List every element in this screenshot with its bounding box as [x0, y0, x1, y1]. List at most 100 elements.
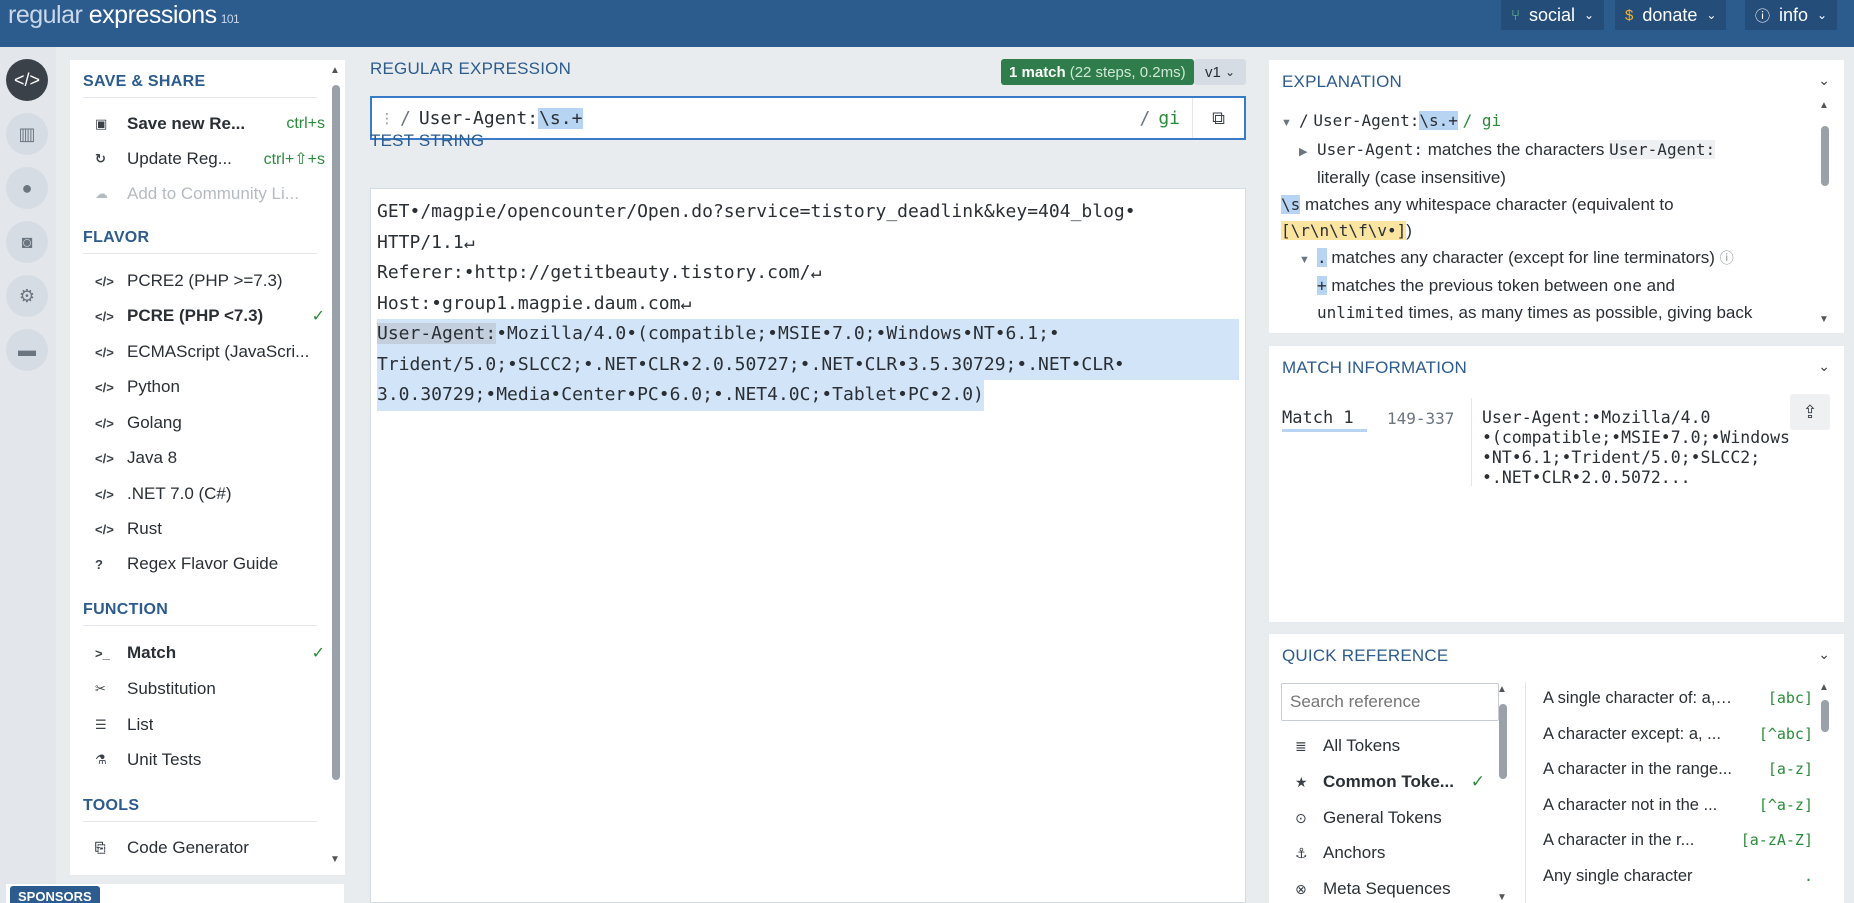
chevron-down-icon[interactable]: ⌄: [1818, 646, 1830, 663]
social-menu-button[interactable]: ⑂ social ⌄: [1501, 0, 1605, 30]
explanation-literal-row: ▶ User-Agent: matches the characters User…: [1281, 137, 1811, 166]
gear-icon[interactable]: ⚙: [6, 275, 48, 317]
scrollbar-thumb[interactable]: [1821, 700, 1829, 732]
scrollbar-thumb[interactable]: [1821, 126, 1829, 186]
function-match[interactable]: >_ Match ✓: [95, 638, 325, 668]
reference-row[interactable]: A character in the range... [a-z]: [1543, 760, 1813, 779]
match-information-heading: MATCH INFORMATION: [1282, 358, 1468, 377]
explanation-heading: EXPLANATION: [1282, 72, 1402, 91]
code-icon: </>: [95, 521, 114, 537]
triangle-right-icon[interactable]: ▶: [1299, 139, 1309, 166]
code-icon: </>: [95, 308, 114, 324]
checkmark-icon: ✓: [311, 308, 325, 325]
match-highlight-line: User-Agent:•Mozilla/4.0•(compatible;•MSI…: [377, 319, 1239, 350]
copy-icon[interactable]: ⧉: [1192, 98, 1244, 138]
terminal-icon: >_: [95, 645, 110, 661]
explanation-scrollbar[interactable]: ▲ ▼: [1819, 100, 1830, 325]
function-unit-tests[interactable]: ⚗ Unit Tests: [95, 745, 325, 775]
reference-row[interactable]: A single character of: a, ... [abc]: [1543, 689, 1813, 708]
reference-search-input[interactable]: [1281, 683, 1499, 721]
code-icon: </>: [95, 415, 114, 431]
tools-heading: TOOLS: [83, 797, 317, 822]
refresh-icon: ↻: [95, 151, 106, 166]
donate-menu-button[interactable]: $ donate ⌄: [1615, 0, 1727, 30]
chevron-down-icon: ⌄: [1224, 65, 1236, 79]
explanation-class-row: [\r\n\t\f\v•]): [1281, 221, 1412, 240]
match-name[interactable]: Match 1: [1282, 408, 1367, 432]
export-share-icon[interactable]: ⇪: [1790, 394, 1830, 430]
flavor-rust[interactable]: </> Rust: [95, 514, 325, 544]
question-circle-icon: ?: [95, 556, 103, 572]
function-substitution[interactable]: ✂ Substitution: [95, 674, 325, 704]
scroll-up-arrow-icon[interactable]: ▲: [1819, 682, 1829, 693]
flavor-pcre2[interactable]: </> PCRE2 (PHP >=7.3): [95, 266, 325, 296]
reference-row[interactable]: A character in the r... [a-zA-Z]: [1543, 831, 1813, 850]
flavor-ecmascript[interactable]: </> ECMAScript (JavaScri...: [95, 337, 325, 367]
chat-icon[interactable]: ▬: [6, 329, 48, 371]
scrollbar-thumb[interactable]: [332, 85, 340, 780]
library-icon[interactable]: ▥: [6, 113, 48, 155]
regex-flags[interactable]: / gi: [1139, 108, 1180, 129]
category-common-tokens[interactable]: ★ Common Toke... ✓: [1295, 772, 1485, 792]
scroll-up-arrow-icon[interactable]: ▲: [330, 65, 340, 76]
match-value: User-Agent:•Mozilla/4.0 •(compatible;•MS…: [1482, 408, 1790, 487]
function-list[interactable]: ☰ List: [95, 710, 325, 740]
categories-scrollbar[interactable]: ▲ ▼: [1497, 684, 1508, 903]
left-panel: SAVE & SHARE ▣ Save new Re... ctrl+s ↻ U…: [70, 60, 345, 875]
triangle-down-icon[interactable]: ▼: [1281, 110, 1292, 137]
category-anchors[interactable]: ⚓ Anchors: [1295, 843, 1485, 863]
update-regex-button[interactable]: ↻ Update Reg... ctrl+⇧+s: [95, 144, 325, 174]
add-to-community-button[interactable]: ☁ Add to Community Li...: [95, 179, 325, 209]
chevron-down-icon[interactable]: ⌄: [1818, 72, 1830, 89]
save-new-regex-button[interactable]: ▣ Save new Re... ctrl+s: [95, 109, 325, 139]
scroll-down-arrow-icon[interactable]: ▼: [1497, 892, 1507, 903]
reference-list-scrollbar[interactable]: ▲: [1819, 682, 1830, 903]
floppy-disk-icon: ▣: [95, 116, 108, 131]
category-general-tokens[interactable]: ⊙ General Tokens: [1295, 808, 1485, 828]
scrollbar-thumb[interactable]: [1499, 704, 1507, 779]
flavor-python[interactable]: </> Python: [95, 372, 325, 402]
test-string-line: GET•/magpie/opencounter/Open.do?service=…: [377, 201, 1136, 222]
code-icon: </>: [95, 273, 114, 289]
info-menu-button[interactable]: ⓘ info ⌄: [1745, 0, 1838, 30]
flavor-guide-link[interactable]: ? Regex Flavor Guide: [95, 549, 325, 579]
test-string-line: Host:•group1.magpie.daum.com↵: [377, 292, 692, 314]
match-information-panel: MATCH INFORMATION ⌄ Match 1 149-337 User…: [1269, 346, 1844, 622]
left-panel-scrollbar[interactable]: ▲ ▼: [330, 65, 341, 865]
flavor-dotnet[interactable]: </> .NET 7.0 (C#): [95, 479, 325, 509]
flavor-java[interactable]: </> Java 8: [95, 443, 325, 473]
flavor-golang[interactable]: </> Golang: [95, 408, 325, 438]
explanation-whitespace-row: \s matches any whitespace character (equ…: [1281, 194, 1674, 214]
scroll-down-arrow-icon[interactable]: ▼: [330, 854, 340, 865]
triangle-down-icon[interactable]: ▼: [1299, 247, 1310, 274]
question-circle-icon[interactable]: ⓘ: [1720, 250, 1734, 266]
chevron-down-icon[interactable]: ⌄: [1818, 358, 1830, 375]
reference-row[interactable]: A character except: a, ... [^abc]: [1543, 725, 1813, 744]
scroll-down-arrow-icon[interactable]: ▼: [1819, 314, 1829, 325]
version-dropdown[interactable]: v1 ⌄: [1194, 59, 1246, 85]
flavor-pcre[interactable]: </> PCRE (PHP <7.3) ✓: [95, 301, 325, 331]
logo[interactable]: regular expressions 101: [8, 1, 240, 30]
reference-row[interactable]: A character not in the ... [^a-z]: [1543, 796, 1813, 815]
reference-row[interactable]: Any single character.: [1543, 867, 1813, 886]
code-icon: </>: [95, 379, 114, 395]
test-string-editor[interactable]: GET•/magpie/opencounter/Open.do?service=…: [370, 188, 1246, 903]
drag-handle-icon[interactable]: ⋮: [380, 110, 394, 127]
quick-reference-heading: QUICK REFERENCE: [1282, 646, 1449, 665]
category-meta-sequences[interactable]: ⊗ Meta Sequences: [1295, 879, 1485, 899]
gamepad-icon[interactable]: ◙: [6, 221, 48, 263]
regex-input[interactable]: ⋮ / User-Agent: \s.+ / gi ⧉: [370, 96, 1246, 140]
code-generator-button[interactable]: ⎘ Code Generator: [95, 833, 325, 863]
match-highlight-line: 3.0.30729;•Media•Center•PC•6.0;•.NET4.0C…: [377, 380, 984, 411]
match-highlight-line: Trident/5.0;•SLCC2;•.NET•CLR•2.0.50727;•…: [377, 349, 1239, 380]
x-circle-icon: ⊗: [1295, 880, 1307, 897]
editor-code-icon[interactable]: </>: [6, 59, 48, 101]
explanation-root[interactable]: ▼ / User-Agent:\s.+ / gi: [1281, 108, 1811, 137]
top-bar: regular expressions 101 ⑂ social ⌄ $ dona…: [0, 0, 1854, 47]
scroll-up-arrow-icon[interactable]: ▲: [1497, 684, 1507, 695]
list-icon: ☰: [95, 717, 107, 732]
user-icon[interactable]: ●: [6, 167, 48, 209]
scroll-up-arrow-icon[interactable]: ▲: [1819, 100, 1829, 111]
star-icon: ★: [1295, 773, 1308, 790]
category-all-tokens[interactable]: ≣ All Tokens: [1295, 736, 1485, 756]
